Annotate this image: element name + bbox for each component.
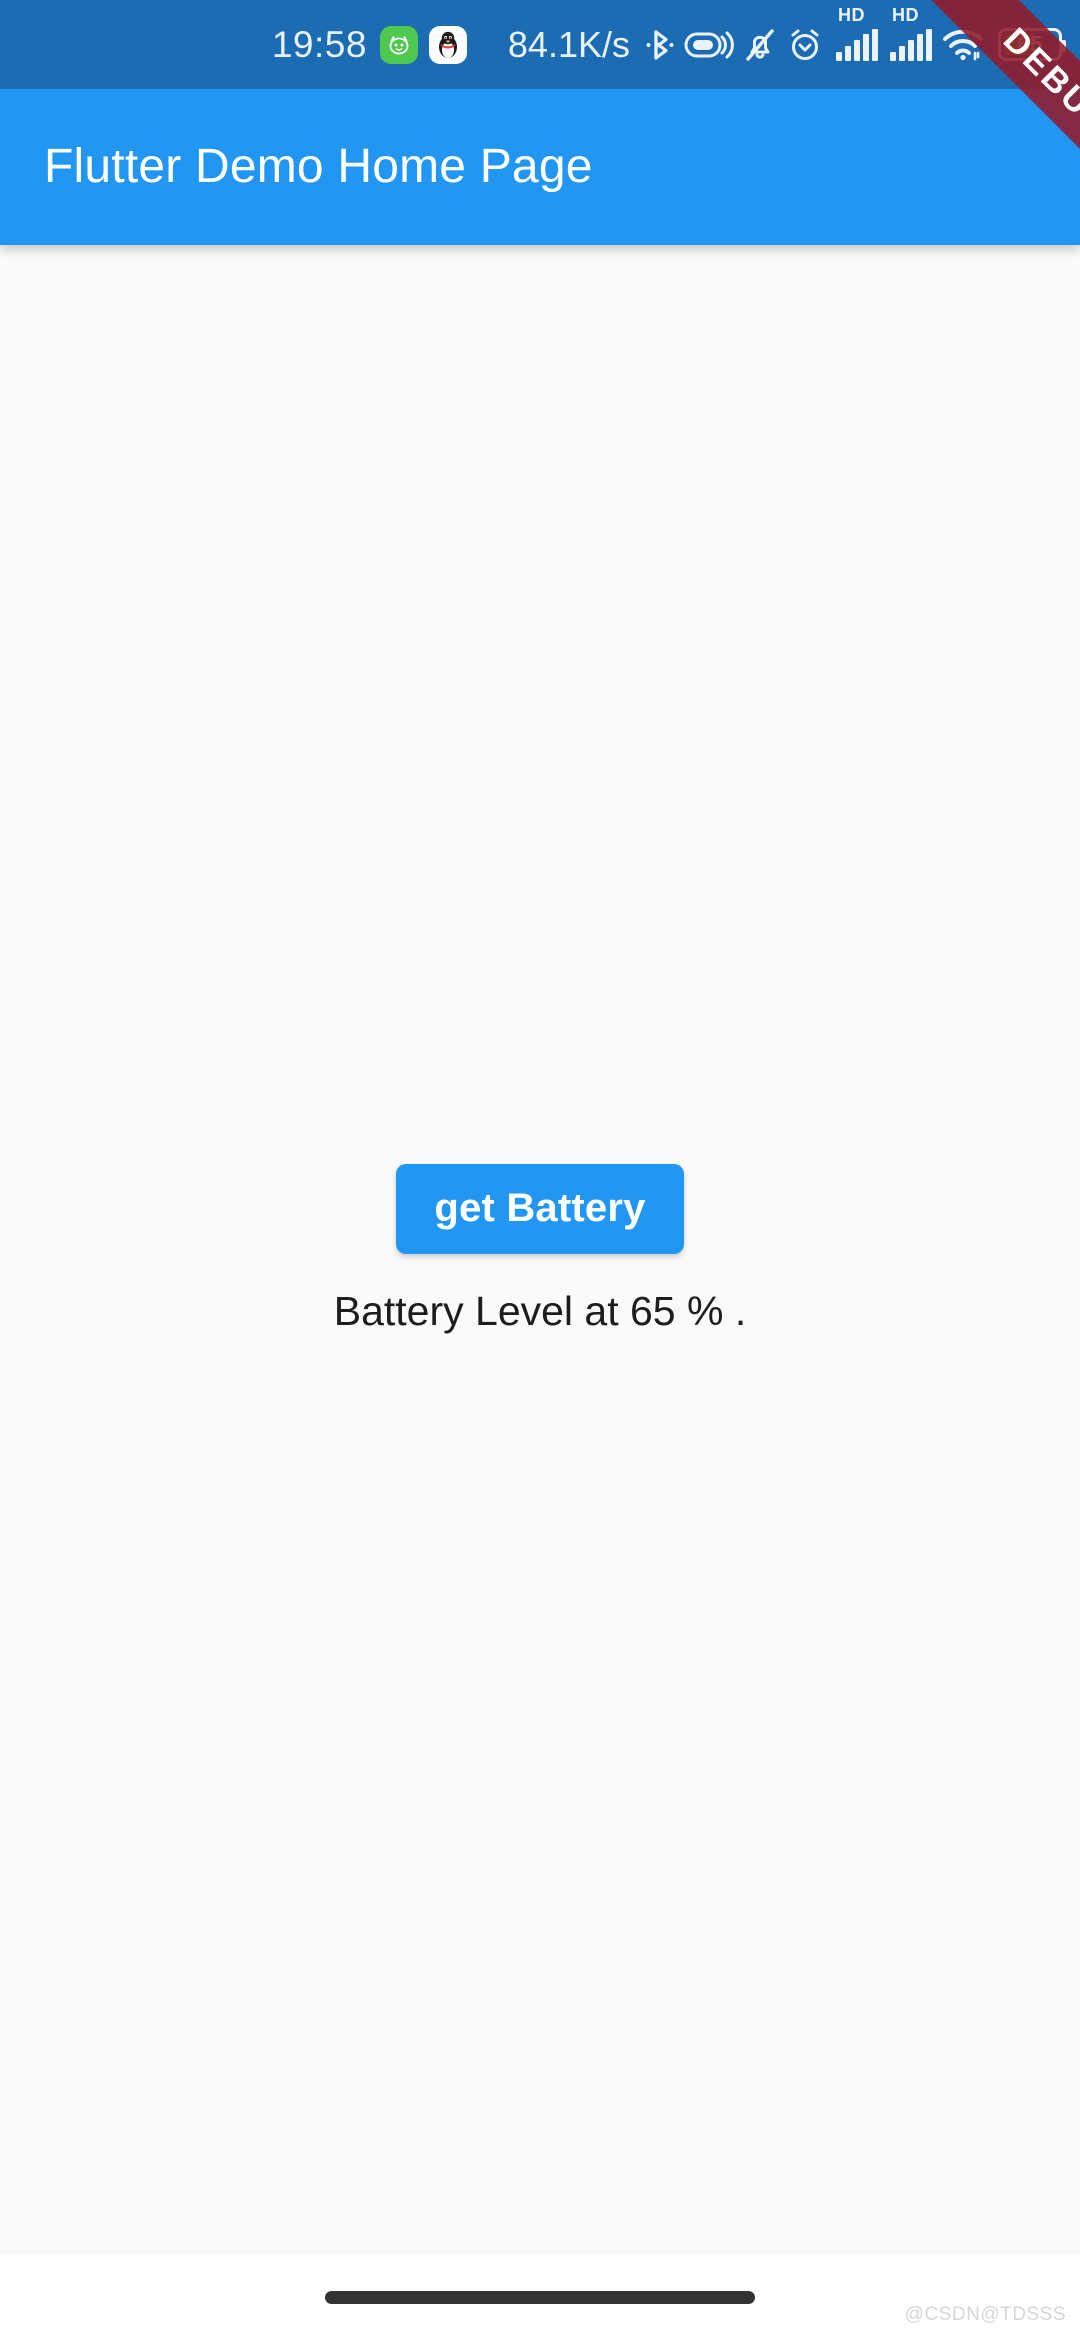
phone-screen: 19:58 84.1K/s HD HD 65 Flutter Demo Home… (0, 0, 1080, 2340)
main-content: get Battery Battery Level at 65 % . (0, 245, 1080, 2255)
watermark: @CSDN@TDSSS (904, 2304, 1066, 2325)
battery-level-status-text: Battery Level at 65 % . (333, 1287, 747, 1334)
signal-bars-1 (836, 28, 878, 61)
status-bar-clock: 19:58 (271, 24, 367, 65)
battery-level-label: 65 (1017, 31, 1043, 57)
page-title: Flutter Demo Home Page (44, 139, 593, 193)
bluetooth-icon (645, 26, 675, 64)
hd-label-1: HD (838, 4, 865, 25)
qq-penguin-badge-icon (428, 25, 467, 64)
status-bar-left-group: 19:58 84.1K/s HD HD 65 (271, 0, 1066, 89)
signal-strength-icon-1: HD (836, 6, 878, 61)
green-app-badge-icon (379, 25, 418, 64)
status-bar[interactable]: 19:58 84.1K/s HD HD 65 (0, 0, 1080, 89)
alarm-clock-icon (786, 26, 824, 64)
signal-strength-icon-2: HD (890, 6, 932, 61)
system-navigation-bar (0, 2255, 1080, 2340)
home-indicator-handle[interactable] (325, 2291, 755, 2304)
get-battery-button[interactable]: get Battery (396, 1163, 684, 1254)
signal-bars-2 (890, 28, 932, 61)
silent-mode-icon (743, 26, 777, 64)
hd-label-2: HD (892, 4, 919, 25)
data-saver-icon (684, 28, 734, 62)
wifi-icon (941, 27, 985, 63)
app-bar: Flutter Demo Home Page (0, 89, 1080, 245)
battery-status-icon: 65 (998, 28, 1066, 61)
status-bar-network-speed: 84.1K/s (507, 23, 630, 65)
